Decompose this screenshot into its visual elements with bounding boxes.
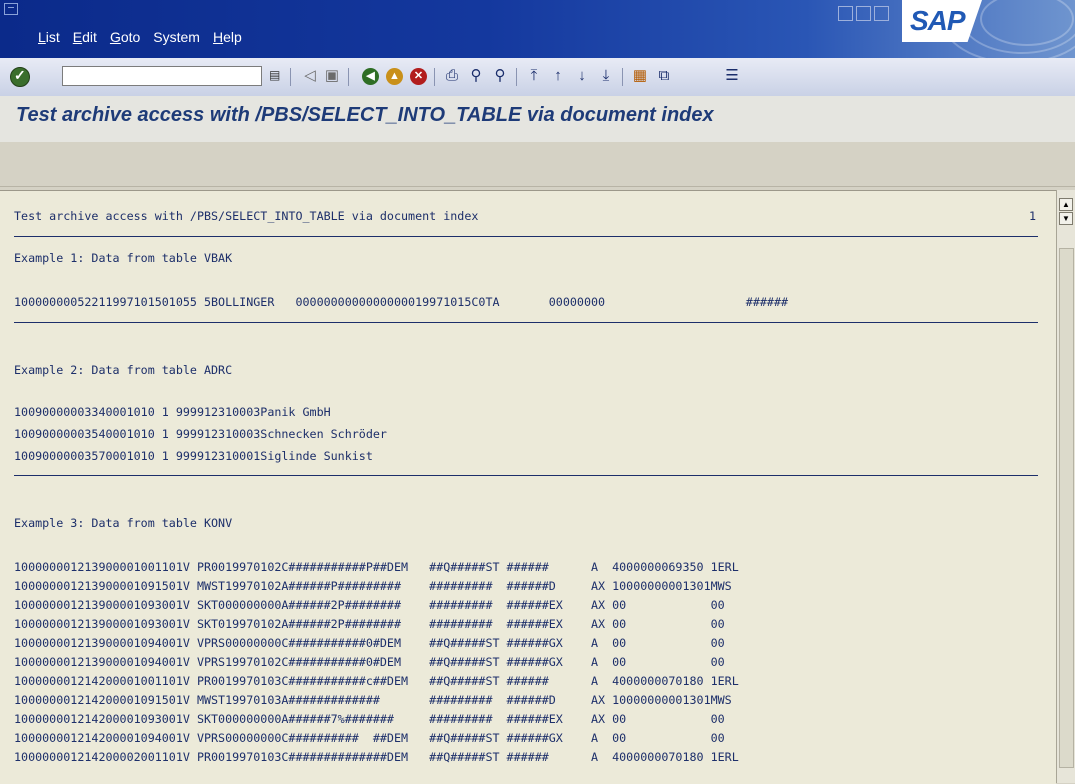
list-item: 100000001214200001001101V PR0019970103C#… [14,674,739,688]
toolbar-separator [622,68,623,86]
scrollbar-thumb[interactable] [1059,248,1074,768]
back-arrow-icon[interactable]: ◁ [300,66,320,86]
title-bar: List Edit Goto System Help SAP [0,0,1075,64]
toolbar-separator [290,68,291,86]
list-item: 100000001213900001093001V SKT019970102A#… [14,617,725,631]
list-item: 100000001213900001091501V MWST19970102A#… [14,579,732,593]
menu-system[interactable]: System [153,29,200,45]
example1-heading: Example 1: Data from table VBAK [14,251,233,265]
shortcut-icon[interactable]: ⧉ [654,66,674,86]
list-item: 100000001214200002001101V PR0019970103C#… [14,750,739,764]
example3-heading: Example 3: Data from table KONV [14,516,233,530]
minimize-icon[interactable] [838,6,853,21]
first-page-icon[interactable]: ⤒ [524,66,544,86]
divider [14,236,1038,237]
save-icon[interactable]: ▣ [322,66,342,86]
create-session-icon[interactable]: ▦ [630,66,650,86]
list-item: 100000001213900001001101V PR0019970102C#… [14,560,739,574]
application-toolbar [0,142,1075,187]
menu-help[interactable]: Help [213,29,242,45]
page-title: Test archive access with /PBS/SELECT_INT… [16,104,714,126]
menu-goto[interactable]: Goto [110,29,140,45]
scroll-down-icon[interactable]: ▼ [1059,212,1073,225]
list-item: 10090000003340001010 1 999912310003Panik… [14,405,331,419]
vertical-scrollbar[interactable]: ▲ ▼ [1056,190,1075,783]
list-item: 10000000052211997101501055 5BOLLINGER 00… [14,295,789,309]
menu-bar: List Edit Goto System Help [38,29,242,45]
scroll-up-icon[interactable]: ▲ [1059,198,1073,211]
toolbar-separator [348,68,349,86]
list-item: 100000001213900001094001V VPRS00000000C#… [14,636,725,650]
list-item: 100000001214200001093001V SKT000000000A#… [14,712,725,726]
divider [14,322,1038,323]
window-controls [838,6,889,21]
menu-edit[interactable]: Edit [73,29,97,45]
find-icon[interactable]: ⚲ [466,66,486,86]
standard-toolbar: ▤ ◁ ▣ ◀ ▲ ✕ ⎙ ⚲ ⚲ ⤒ ↑ ↓ ⤓ ▦ ⧉ ☰ [0,58,1075,97]
print-icon[interactable]: ⎙ [442,66,462,86]
next-page-icon[interactable]: ↓ [572,66,592,86]
find-next-icon[interactable]: ⚲ [490,66,510,86]
command-field[interactable] [62,66,262,86]
menu-list[interactable]: List [38,29,60,45]
toolbar-separator [434,68,435,86]
list-item: 100000001213900001093001V SKT000000000A#… [14,598,725,612]
example2-heading: Example 2: Data from table ADRC [14,363,233,377]
maximize-icon[interactable] [856,6,871,21]
enter-icon[interactable] [10,67,30,87]
command-history-icon[interactable]: ▤ [269,68,283,84]
list-item: 100000001214200001094001V VPRS00000000C#… [14,731,725,745]
cancel-icon[interactable]: ✕ [410,68,427,85]
list-item: 100000001214200001091501V MWST19970103A#… [14,693,732,707]
page-number: 1 [1028,209,1036,223]
list-header: Test archive access with /PBS/SELECT_INT… [14,209,479,223]
last-page-icon[interactable]: ⤓ [596,66,616,86]
divider [14,475,1038,476]
layout-menu-icon[interactable]: ☰ [722,66,742,86]
list-item: 100000001213900001094001V VPRS19970102C#… [14,655,725,669]
exit-icon[interactable]: ▲ [386,68,403,85]
list-output: Test archive access with /PBS/SELECT_INT… [0,190,1056,784]
back-icon[interactable]: ◀ [362,68,379,85]
close-icon[interactable] [874,6,889,21]
previous-page-icon[interactable]: ↑ [548,66,568,86]
list-item: 10090000003540001010 1 999912310003Schne… [14,427,387,441]
list-item: 10090000003570001010 1 999912310001Sigli… [14,449,373,463]
system-menu-icon[interactable] [4,3,18,15]
toolbar-separator [516,68,517,86]
